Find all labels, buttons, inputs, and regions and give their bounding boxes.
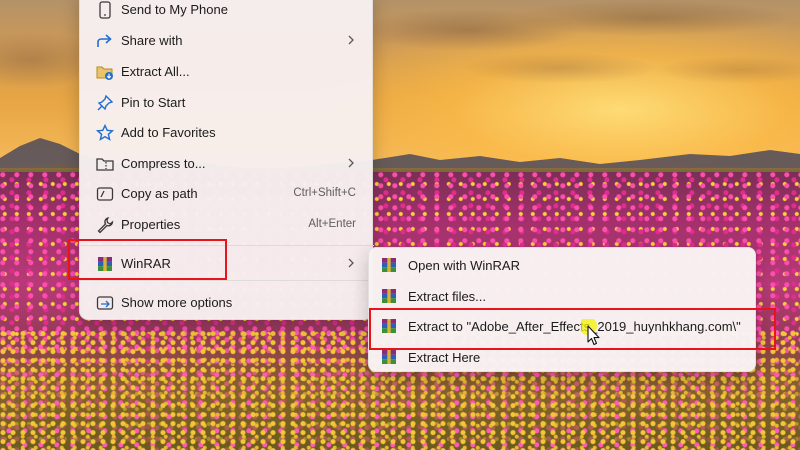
submenu-item-label: Extract to "Adobe_After_Effects_2019_huy… bbox=[408, 319, 741, 334]
submenu-item-label: Extract Here bbox=[408, 350, 481, 365]
context-menu: Send to My Phone Share with Extract All.… bbox=[79, 0, 374, 320]
share-icon bbox=[96, 32, 114, 50]
menu-item-winrar[interactable]: WinRAR bbox=[84, 248, 370, 278]
submenu-item-label: Extract files... bbox=[408, 289, 487, 304]
menu-item-share-with[interactable]: Share with bbox=[84, 25, 370, 55]
menu-item-label: Pin to Start bbox=[121, 95, 186, 110]
menu-item-label: WinRAR bbox=[121, 256, 171, 271]
winrar-icon bbox=[381, 288, 399, 306]
menu-item-label: Show more options bbox=[121, 295, 233, 310]
winrar-icon bbox=[381, 318, 399, 336]
menu-item-add-to-favorites[interactable]: Add to Favorites bbox=[84, 117, 370, 147]
menu-separator bbox=[80, 245, 374, 246]
star-icon bbox=[96, 124, 114, 142]
winrar-icon bbox=[381, 349, 399, 367]
extract-all-icon bbox=[96, 63, 114, 81]
pin-icon bbox=[96, 94, 114, 112]
menu-item-send-to-my-phone[interactable]: Send to My Phone bbox=[84, 0, 370, 24]
menu-item-pin-to-start[interactable]: Pin to Start bbox=[84, 87, 370, 117]
menu-item-label: Properties bbox=[121, 217, 181, 232]
copy-path-icon bbox=[96, 185, 114, 203]
menu-item-compress-to[interactable]: Compress to... bbox=[84, 148, 370, 178]
submenu-item-extract-to-folder[interactable]: Extract to "Adobe_After_Effects_2019_huy… bbox=[373, 311, 753, 341]
submenu-item-label: Open with WinRAR bbox=[408, 258, 520, 273]
wrench-icon bbox=[96, 216, 114, 234]
chevron-right-icon bbox=[346, 256, 356, 270]
menu-item-label: Compress to... bbox=[121, 156, 206, 171]
submenu-item-extract-here[interactable]: Extract Here bbox=[373, 342, 753, 372]
menu-item-show-more-options[interactable]: Show more options bbox=[84, 287, 370, 317]
menu-item-label: Extract All... bbox=[121, 64, 190, 79]
submenu-item-open-with-winrar[interactable]: Open with WinRAR bbox=[373, 250, 753, 280]
keyboard-shortcut: Ctrl+Shift+C bbox=[293, 187, 356, 199]
winrar-icon bbox=[381, 257, 399, 275]
phone-icon bbox=[96, 1, 114, 19]
keyboard-shortcut: Alt+Enter bbox=[308, 218, 356, 230]
submenu-item-extract-files[interactable]: Extract files... bbox=[373, 281, 753, 311]
menu-separator bbox=[80, 280, 374, 281]
menu-item-label: Share with bbox=[121, 33, 183, 48]
chevron-right-icon bbox=[346, 33, 356, 47]
chevron-right-icon bbox=[346, 156, 356, 170]
menu-item-label: Add to Favorites bbox=[121, 125, 216, 140]
zip-folder-icon bbox=[96, 155, 114, 173]
winrar-icon bbox=[96, 255, 114, 273]
menu-item-copy-as-path[interactable]: Copy as path Ctrl+Shift+C bbox=[84, 178, 370, 208]
mouse-cursor-icon bbox=[581, 319, 600, 346]
winrar-submenu: Open with WinRAR Extract files... Extrac… bbox=[368, 247, 756, 372]
menu-item-extract-all[interactable]: Extract All... bbox=[84, 56, 370, 86]
menu-item-properties[interactable]: Properties Alt+Enter bbox=[84, 209, 370, 239]
menu-item-label: Copy as path bbox=[121, 186, 198, 201]
show-more-icon bbox=[96, 294, 114, 312]
menu-item-label: Send to My Phone bbox=[121, 2, 228, 17]
